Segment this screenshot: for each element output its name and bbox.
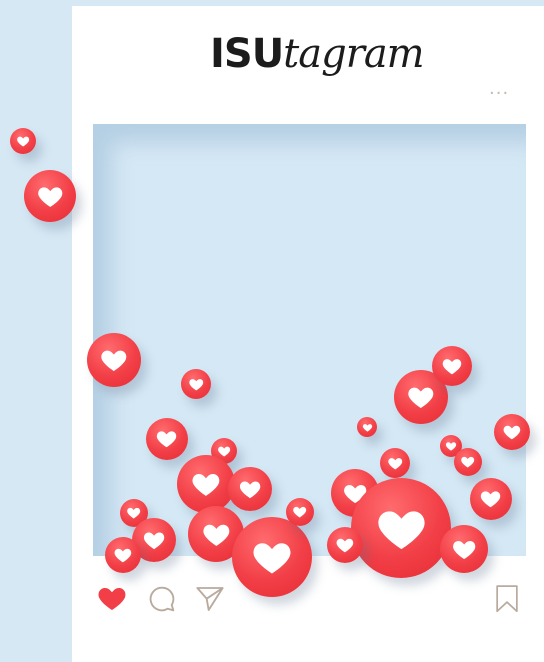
paper-plane-icon <box>196 587 224 611</box>
heart-icon <box>37 187 63 207</box>
bookmark-icon <box>496 585 518 613</box>
logo-script-text: tagram <box>283 31 424 77</box>
save-button[interactable] <box>492 583 522 615</box>
logo-bold-text: ISU <box>210 31 284 77</box>
heart-bubble <box>24 170 76 222</box>
comment-button[interactable] <box>146 583 178 615</box>
heart-icon <box>16 136 30 147</box>
share-button[interactable] <box>194 582 226 614</box>
heart-filled-icon <box>98 588 126 610</box>
post-photo[interactable] <box>93 124 526 556</box>
app-logo: ISUtagram <box>210 34 430 104</box>
comment-icon <box>149 586 175 612</box>
more-options-button[interactable]: ... <box>489 80 509 98</box>
like-button[interactable] <box>96 582 128 614</box>
heart-bubble <box>10 128 36 154</box>
